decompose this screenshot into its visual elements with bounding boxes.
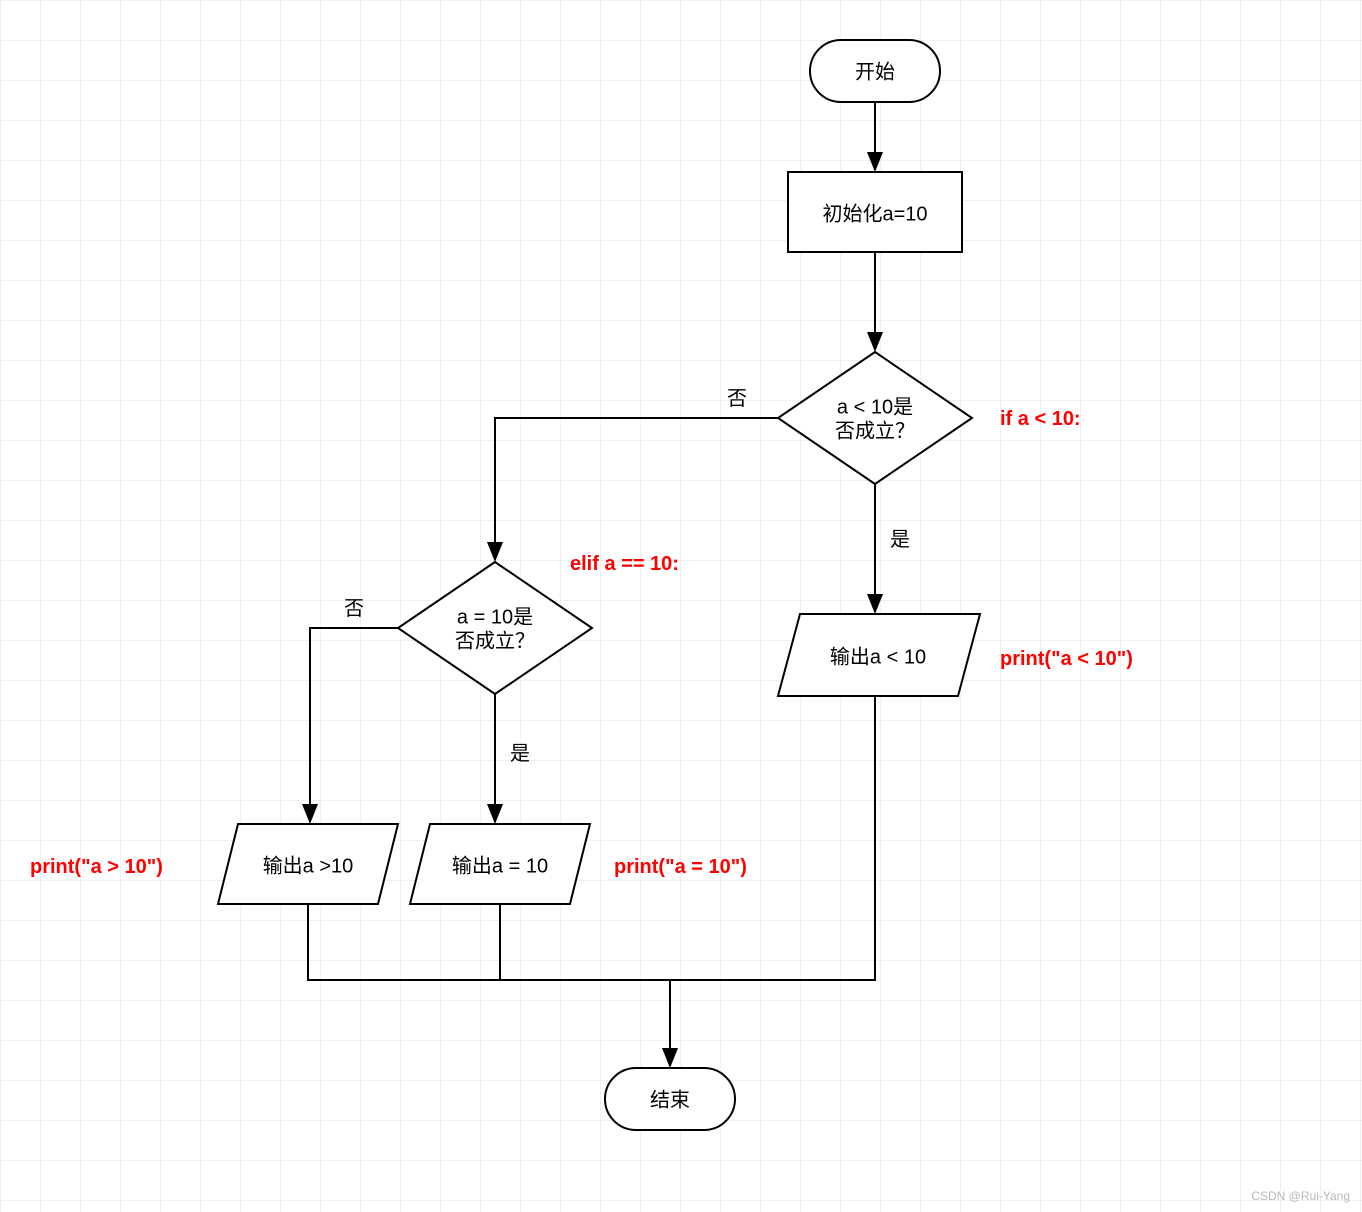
output-gt-label: 输出a >10 [263,854,354,877]
label-no1: 否 [727,388,747,410]
init-label: 初始化a=10 [822,202,927,225]
init-node: 初始化a=10 [788,172,962,252]
decision-1-line1: a < 10是 [837,396,913,418]
annot-elif: elif a == 10: [570,553,679,575]
output-lt-label: 输出a < 10 [830,645,926,668]
output-lt-node: 输出a < 10 [778,614,980,696]
watermark: CSDN @Rui-Yang [1251,1189,1350,1203]
grid-background [0,0,1362,1212]
output-eq-label: 输出a = 10 [452,854,548,877]
annot-print-eq: print("a = 10") [614,856,747,878]
end-node: 结束 [605,1068,735,1130]
output-gt-node: 输出a >10 [218,824,398,904]
label-yes1: 是 [890,529,910,551]
annot-print-gt: print("a > 10") [30,856,163,878]
output-eq-node: 输出a = 10 [410,824,590,904]
decision-2-line1: a = 10是 [457,606,533,628]
flowchart-canvas: 开始 初始化a=10 a < 10是 否成立？ if a < 10: 否 是 输… [0,0,1362,1212]
decision-2-line2: 否成立？ [455,629,535,652]
annot-print-lt: print("a < 10") [1000,648,1133,670]
label-no2: 否 [344,598,364,620]
label-yes2: 是 [510,743,530,765]
annot-if: if a < 10: [1000,408,1081,430]
start-node: 开始 [810,40,940,102]
start-label: 开始 [855,60,895,83]
decision-1-line2: 否成立？ [835,419,915,442]
end-label: 结束 [650,1088,690,1111]
